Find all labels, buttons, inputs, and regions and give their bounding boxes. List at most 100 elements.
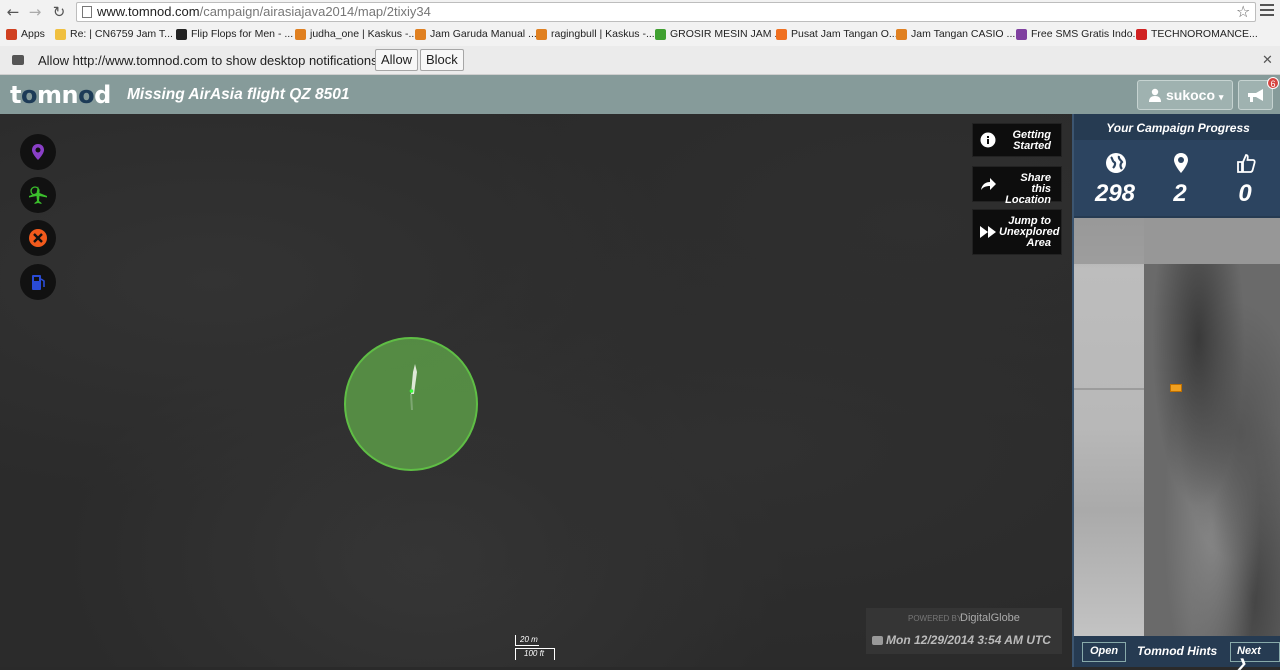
caret-down-icon: ▾ — [1218, 92, 1224, 102]
app-header: tomnod Missing AirAsia flight QZ 8501 su… — [0, 75, 1280, 114]
fast-forward-icon — [980, 226, 996, 238]
bookmark-favicon-icon — [176, 28, 187, 40]
getting-started-label: Getting Started — [1012, 129, 1052, 152]
back-arrow-icon[interactable]: ← — [4, 3, 22, 21]
browser-toolbar: ← → ↻ www.tomnod.com/campaign/airasiajav… — [0, 0, 1280, 24]
minimap-cloud-area — [1144, 264, 1280, 636]
imagery-credit: POWERED BY DigitalGlobe Mon 12/29/2014 3… — [866, 608, 1062, 654]
next-hint-button[interactable]: Next ❯ — [1230, 642, 1280, 670]
megaphone-icon — [1248, 89, 1263, 102]
bookmarks-bar: Apps Re: | CN6759 Jam T... Flip Flops fo… — [0, 24, 1280, 46]
hamburger-menu-icon[interactable] — [1260, 4, 1274, 18]
airplane-icon — [29, 186, 47, 204]
votes-count: 0 — [1238, 180, 1252, 207]
notification-badge: 6 — [1267, 77, 1279, 89]
bookmark-item[interactable]: Pusat Jam Tangan O... — [776, 28, 898, 40]
bookmark-item[interactable]: judha_one | Kaskus -... — [295, 28, 417, 40]
user-menu-button[interactable]: sukoco ▾ — [1137, 80, 1233, 110]
apps-grid-icon — [6, 28, 17, 40]
address-bar[interactable]: www.tomnod.com/campaign/airasiajava2014/… — [76, 2, 1256, 22]
minimap[interactable] — [1074, 218, 1280, 636]
bookmark-item[interactable]: GROSIR MESIN JAM ... — [655, 28, 783, 40]
jump-unexplored-button[interactable]: Jump to Unexplored Area — [972, 209, 1062, 255]
url-host: www.tomnod.com — [97, 4, 200, 19]
getting-started-button[interactable]: Getting Started — [972, 123, 1062, 157]
map-scale-bar: 20 m 100 ft — [515, 635, 555, 661]
url-path: /campaign/airasiajava2014/map/2tixiy34 — [199, 4, 431, 19]
location-pin-tool[interactable] — [20, 134, 56, 170]
tomnod-logo[interactable]: tomnod — [10, 81, 111, 109]
youtube-favicon-icon — [1136, 28, 1147, 40]
stat-explored: 298 — [1082, 140, 1148, 216]
block-button[interactable]: Block — [420, 49, 464, 71]
scale-imperial: 100 ft — [515, 648, 555, 660]
bookmark-item[interactable]: ragingbull | Kaskus -... — [536, 28, 655, 40]
next-label: Next — [1237, 645, 1261, 657]
share-location-button[interactable]: Share this Location — [972, 166, 1062, 206]
bookmark-item[interactable]: Flip Flops for Men - ... — [176, 28, 293, 40]
chevron-right-icon: ❯ — [1237, 658, 1247, 670]
bookmark-favicon-icon — [655, 28, 666, 40]
x-circle-icon — [29, 229, 47, 247]
page-icon — [82, 6, 92, 18]
tags-count: 2 — [1173, 180, 1187, 207]
hints-footer: Open Tomnod Hints Next ❯ — [1074, 636, 1280, 670]
vessel-object — [409, 364, 417, 410]
panel-title: Your Campaign Progress — [1106, 121, 1250, 135]
satellite-map[interactable]: Getting Started Share this Location Jump… — [0, 114, 1072, 667]
open-hints-button[interactable]: Open — [1082, 642, 1127, 662]
stat-votes: 0 — [1212, 140, 1278, 216]
speech-bubble-icon — [12, 55, 24, 65]
fuel-tool[interactable] — [20, 264, 56, 300]
fuel-pump-icon — [32, 275, 45, 290]
announcements-button[interactable]: 6 — [1238, 77, 1279, 110]
close-icon[interactable]: ✕ — [1262, 52, 1273, 68]
bookmark-item[interactable]: Jam Garuda Manual ... — [415, 28, 537, 40]
minimap-top-strip — [1074, 218, 1280, 264]
info-icon — [980, 132, 996, 148]
bookmark-item[interactable]: Free SMS Gratis Indo... — [1016, 28, 1141, 40]
share-arrow-icon — [981, 178, 996, 190]
campaign-title: Missing AirAsia flight QZ 8501 — [127, 86, 350, 103]
blogger-favicon-icon — [776, 28, 787, 40]
share-location-label: Share this Location — [1005, 172, 1051, 206]
bookmark-star-icon[interactable]: ☆ — [1236, 2, 1250, 21]
kaskus-favicon-icon — [536, 28, 547, 40]
campaign-progress-panel: Your Campaign Progress 298 2 0 Open Tomn… — [1072, 114, 1280, 670]
bookmark-item[interactable]: TECHNOROMANCE... — [1136, 28, 1258, 40]
jump-unexplored-label: Jump to Unexplored Area — [999, 215, 1060, 249]
bookmark-favicon-icon — [896, 28, 907, 40]
thumbs-up-icon — [1237, 154, 1256, 173]
notification-infobar: Allow http://www.tomnod.com to show desk… — [0, 46, 1280, 75]
bookmark-item[interactable]: Apps — [6, 28, 45, 40]
bookmark-favicon-icon — [55, 28, 66, 40]
forward-arrow-icon[interactable]: → — [26, 3, 44, 21]
stat-tags: 2 — [1147, 140, 1213, 216]
capture-date: Mon 12/29/2014 3:54 AM UTC — [886, 633, 1051, 647]
reload-icon[interactable]: ↻ — [50, 3, 68, 21]
username: sukoco — [1166, 87, 1216, 103]
hints-label: Tomnod Hints — [1137, 644, 1218, 658]
camera-icon — [872, 636, 883, 645]
globe-icon — [1106, 153, 1126, 173]
bookmark-favicon-icon — [415, 28, 426, 40]
minimap-explored-strip — [1074, 218, 1144, 636]
bookmark-favicon-icon — [1016, 28, 1027, 40]
plane-wreckage-tool[interactable] — [20, 177, 56, 213]
location-pin-icon — [1174, 153, 1188, 173]
progress-stats: 298 2 0 — [1074, 140, 1280, 216]
minimap-current-location[interactable] — [1170, 384, 1182, 392]
powered-by-label: POWERED BY — [908, 614, 963, 623]
digitalglobe-logo: DigitalGlobe — [960, 612, 1020, 624]
user-icon — [1149, 88, 1161, 102]
allow-button[interactable]: Allow — [375, 49, 419, 71]
damage-tool[interactable] — [20, 220, 56, 256]
explored-count: 298 — [1094, 180, 1136, 207]
kaskus-favicon-icon — [295, 28, 306, 40]
scale-metric: 20 m — [515, 635, 539, 646]
notification-message: Allow http://www.tomnod.com to show desk… — [38, 53, 385, 68]
bookmark-item[interactable]: Re: | CN6759 Jam T... — [55, 28, 173, 40]
bookmark-item[interactable]: Jam Tangan CASIO ... — [896, 28, 1015, 40]
minimap-divider — [1074, 388, 1144, 390]
map-pin-icon — [32, 144, 44, 160]
